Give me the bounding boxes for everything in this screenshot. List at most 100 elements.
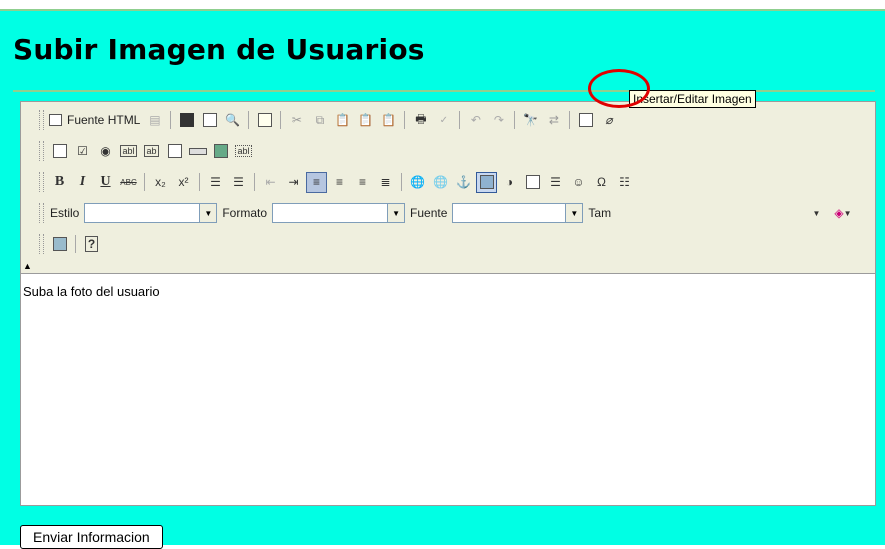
button-field-button[interactable] [187,141,208,162]
new-page-button[interactable] [199,110,220,131]
horizontal-rule-button[interactable]: ☰ [545,172,566,193]
paste-icon: 📋 [335,113,351,127]
source-html-button[interactable]: Fuente HTML [49,110,142,131]
page-break-button[interactable]: ☷ [614,172,635,193]
templates-button[interactable] [254,110,275,131]
undo-button[interactable]: ↶ [465,110,486,131]
smiley-button[interactable]: ☺ [568,172,589,193]
checkbox-icon: ☑ [77,144,88,158]
insert-image-button[interactable] [476,171,497,193]
separator [170,111,172,129]
unlink-button[interactable]: 🌐 [430,172,451,193]
table-button[interactable] [522,172,543,193]
smiley-icon: ☺ [572,175,585,189]
image-button-field-button[interactable] [210,141,231,162]
spellcheck-button[interactable]: ✓ [433,110,454,131]
separator [199,173,200,191]
chevron-down-icon[interactable]: ▼ [566,203,584,223]
chevron-down-icon: ▼ [843,208,852,218]
print-icon: 🖶 [415,111,427,126]
checkbox-button[interactable]: ☑ [72,141,93,162]
special-char-button[interactable]: Ω [591,172,612,193]
align-right-icon: ≡ [358,175,366,189]
anchor-icon: ⚓ [456,175,471,189]
flash-button[interactable]: ◑ [499,172,520,193]
remove-format-button[interactable]: ⌀ [598,110,619,131]
align-left-button[interactable]: ≡ [306,171,327,193]
paste-word-button[interactable]: 📋 [378,110,399,131]
form-button[interactable] [49,141,70,162]
style-select[interactable]: ▼ [84,203,218,223]
select-all-button[interactable] [575,110,596,131]
strike-button[interactable]: ABC [118,172,139,193]
superscript-button[interactable]: x² [173,172,194,193]
separator [404,111,406,129]
ordered-list-button[interactable]: ☰ [205,172,226,193]
rule-icon: ☰ [550,175,561,189]
find-button[interactable]: 🔭 [520,110,541,131]
replace-button[interactable]: ⇄ [543,110,564,131]
collapse-toolbar-icon[interactable]: ▲ [23,261,32,271]
separator [254,173,255,191]
underline-button[interactable]: U [95,172,116,193]
link-button[interactable]: 🌐 [407,172,428,193]
cut-icon: ✂ [291,113,302,127]
select-field-button[interactable] [164,141,185,162]
special-char-icon: Ω [597,175,606,189]
paste-button[interactable]: 📋 [332,110,353,131]
format-select[interactable]: ▼ [272,203,406,223]
hidden-field-button[interactable]: abl [233,141,254,162]
strike-icon: ABC [120,177,137,187]
paste-text-button[interactable]: 📋 [355,110,376,131]
style-select-box[interactable] [84,203,201,223]
justify-icon: ≣ [380,175,391,189]
separator [280,111,282,129]
editor-content[interactable]: Suba la foto del usuario [21,274,875,504]
unordered-list-button[interactable]: ☰ [228,172,249,193]
bold-button[interactable]: B [49,172,70,193]
find-icon: 🔭 [523,113,539,127]
toolbar-grip[interactable] [39,172,44,192]
submit-button[interactable]: Enviar Informacion [20,525,163,549]
toolbar-grip[interactable] [39,234,44,254]
subscript-button[interactable]: x₂ [150,172,171,193]
save-button[interactable] [176,110,197,131]
text-color-button[interactable]: ▼ [806,203,827,224]
preview-button[interactable]: 🔍 [222,110,243,131]
font-label: Fuente [410,206,448,220]
font-select-box[interactable] [452,203,567,223]
italic-button[interactable]: I [72,172,93,193]
toolbar-row-2: ☑ ◉ abl ab abl [39,138,255,164]
radio-icon: ◉ [100,144,111,158]
cut-button[interactable]: ✂ [286,110,307,131]
bg-color-button[interactable]: ◈ ▼ [829,203,857,224]
textarea-button[interactable]: ab [141,141,162,162]
align-center-button[interactable]: ≡ [329,172,350,193]
toolbar-grip[interactable] [39,110,44,130]
page-title: Subir Imagen de Usuarios [13,33,425,66]
radio-button[interactable]: ◉ [95,141,116,162]
justify-button[interactable]: ≣ [375,172,396,193]
underline-icon: U [100,174,111,189]
paste-special-icon: ▤ [149,113,161,127]
print-button[interactable]: 🖶 [410,110,431,131]
font-select[interactable]: ▼ [452,203,584,223]
copy-button[interactable]: ⧉ [309,110,330,131]
chevron-down-icon[interactable]: ▼ [200,203,218,223]
toolbar-grip[interactable] [39,141,44,161]
format-select-box[interactable] [272,203,389,223]
chevron-down-icon[interactable]: ▼ [388,203,406,223]
separator [401,173,402,191]
paste-special-button[interactable]: ▤ [144,110,165,131]
redo-button[interactable]: ↷ [488,110,509,131]
textfield-button[interactable]: abl [118,141,139,162]
anchor-button[interactable]: ⚓ [453,172,474,193]
indent-button[interactable]: ⇥ [283,172,304,193]
align-right-button[interactable]: ≡ [352,172,373,193]
about-button[interactable]: ? [81,234,102,255]
outdent-button[interactable]: ⇤ [260,172,281,193]
toolbar-grip[interactable] [39,203,44,223]
show-blocks-button[interactable] [49,234,70,255]
unordered-list-icon: ☰ [233,175,244,189]
outdent-icon: ⇤ [265,175,276,189]
